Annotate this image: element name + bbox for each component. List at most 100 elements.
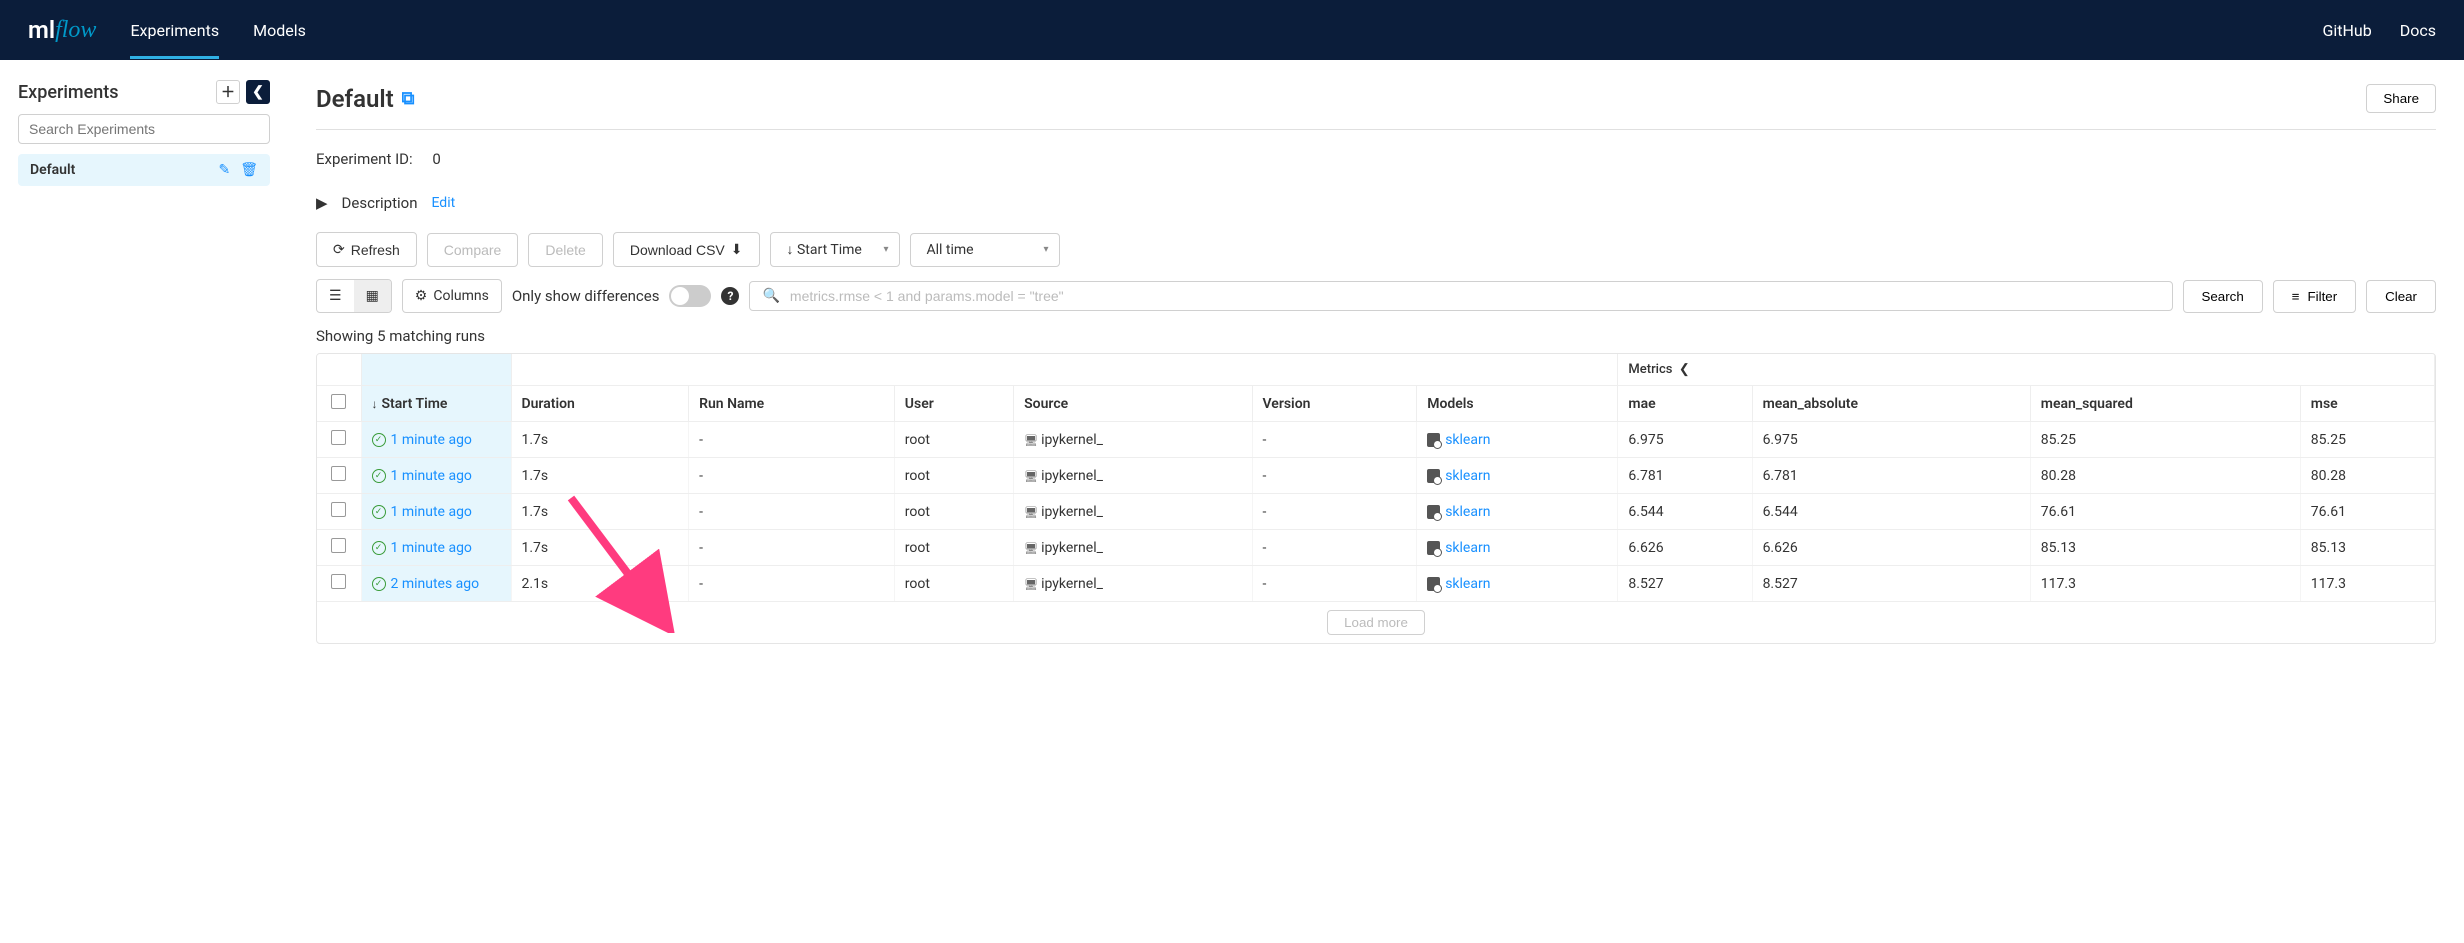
chevron-down-icon: ▾ (1043, 244, 1048, 255)
col-user[interactable]: User (894, 386, 1013, 422)
col-source[interactable]: Source (1014, 386, 1252, 422)
cell-mse: 85.13 (2300, 530, 2434, 566)
share-button[interactable]: Share (2366, 84, 2436, 113)
delete-button[interactable]: Delete (528, 233, 602, 267)
cell-duration: 1.7s (511, 530, 689, 566)
cell-mae: 6.781 (1618, 458, 1752, 494)
run-start-link[interactable]: ✓2 minutes ago (372, 576, 501, 592)
only-diff-toggle[interactable] (669, 285, 711, 307)
col-mse[interactable]: mse (2300, 386, 2434, 422)
cell-duration: 2.1s (511, 566, 689, 602)
search-button[interactable]: Search (2183, 280, 2263, 313)
col-mean-squared[interactable]: mean_squared (2030, 386, 2300, 422)
table-row: ✓2 minutes ago 2.1s - root 🖥ipykernel_ -… (317, 566, 2435, 602)
logo[interactable]: mlflow (28, 16, 96, 44)
table-row: ✓1 minute ago 1.7s - root 🖥ipykernel_ - … (317, 422, 2435, 458)
cell-run-name: - (689, 422, 895, 458)
col-duration[interactable]: Duration (511, 386, 689, 422)
table-row: ✓1 minute ago 1.7s - root 🖥ipykernel_ - … (317, 494, 2435, 530)
cell-run-name: - (689, 458, 895, 494)
col-version[interactable]: Version (1252, 386, 1417, 422)
cell-run-name: - (689, 566, 895, 602)
row-checkbox[interactable] (331, 466, 346, 481)
cell-mean-squared: 117.3 (2030, 566, 2300, 602)
search-experiments-input[interactable] (18, 114, 270, 144)
sidebar-title: Experiments (18, 82, 119, 103)
description-toggle-icon[interactable]: ▶ (316, 194, 328, 212)
select-all-checkbox[interactable] (331, 394, 346, 409)
run-start-link[interactable]: ✓1 minute ago (372, 504, 501, 520)
add-experiment-button[interactable]: ＋ (216, 80, 240, 104)
row-checkbox[interactable] (331, 538, 346, 553)
description-label: Description (342, 194, 418, 212)
model-icon (1427, 577, 1440, 591)
status-ok-icon: ✓ (372, 469, 386, 483)
search-icon: 🔍 (762, 288, 779, 304)
run-start-link[interactable]: ✓1 minute ago (372, 468, 501, 484)
edit-description-link[interactable]: Edit (431, 195, 455, 211)
cell-version: - (1252, 422, 1417, 458)
compare-button[interactable]: Compare (427, 233, 519, 267)
collapse-sidebar-button[interactable]: ❮ (246, 80, 270, 104)
columns-icon: ⚙ (415, 288, 428, 304)
main-content: Default ⧉ Share Experiment ID: 0 ▶ Descr… (288, 60, 2464, 668)
search-filter-input[interactable] (790, 288, 2160, 304)
col-mae[interactable]: mae (1618, 386, 1752, 422)
metrics-group-header[interactable]: Metrics ❮ (1618, 354, 2435, 386)
filter-button[interactable]: ≡Filter (2273, 280, 2356, 313)
model-link[interactable]: sklearn (1427, 468, 1607, 484)
matching-runs-label: Showing 5 matching runs (316, 327, 2436, 345)
status-ok-icon: ✓ (372, 577, 386, 591)
help-icon[interactable]: ? (721, 287, 739, 305)
cell-user: root (894, 530, 1013, 566)
rename-experiment-icon[interactable]: ✎ (218, 162, 230, 178)
model-icon (1427, 505, 1440, 519)
only-diff-label: Only show differences (512, 287, 660, 305)
grid-view-button[interactable]: ▦ (354, 280, 391, 312)
laptop-icon: 🖥 (1024, 578, 1038, 591)
cell-duration: 1.7s (511, 422, 689, 458)
load-more-button[interactable]: Load more (1327, 610, 1425, 635)
cell-mean-absolute: 6.975 (1752, 422, 2030, 458)
refresh-button[interactable]: ⟳Refresh (316, 232, 417, 267)
col-start-time[interactable]: ↓Start Time (361, 386, 511, 422)
cell-source: 🖥ipykernel_ (1014, 530, 1252, 566)
run-start-link[interactable]: ✓1 minute ago (372, 432, 501, 448)
view-toggle: ☰ ▦ (316, 279, 392, 313)
model-link[interactable]: sklearn (1427, 504, 1607, 520)
experiment-id-label: Experiment ID: (316, 150, 413, 168)
cell-mean-squared: 85.13 (2030, 530, 2300, 566)
model-link[interactable]: sklearn (1427, 576, 1607, 592)
experiment-item-default[interactable]: Default ✎ 🗑 (18, 154, 270, 186)
cell-source: 🖥ipykernel_ (1014, 422, 1252, 458)
nav-link-github[interactable]: GitHub (2322, 21, 2371, 40)
nav-link-docs[interactable]: Docs (2400, 21, 2436, 40)
top-nav: mlflow Experiments Models GitHub Docs (0, 0, 2464, 60)
columns-button[interactable]: ⚙Columns (402, 279, 502, 313)
search-filter-box: 🔍 (749, 281, 2172, 311)
sort-select[interactable]: ↓ Start Time▾ (770, 232, 900, 267)
run-start-link[interactable]: ✓1 minute ago (372, 540, 501, 556)
row-checkbox[interactable] (331, 574, 346, 589)
row-checkbox[interactable] (331, 430, 346, 445)
nav-tab-experiments[interactable]: Experiments (130, 3, 219, 58)
cell-mse: 80.28 (2300, 458, 2434, 494)
clear-button[interactable]: Clear (2366, 280, 2436, 313)
timeframe-select[interactable]: All time▾ (910, 233, 1060, 267)
download-csv-button[interactable]: Download CSV⬇ (613, 232, 760, 267)
cell-mse: 117.3 (2300, 566, 2434, 602)
col-mean-absolute[interactable]: mean_absolute (1752, 386, 2030, 422)
laptop-icon: 🖥 (1024, 542, 1038, 555)
model-link[interactable]: sklearn (1427, 432, 1607, 448)
delete-experiment-icon[interactable]: 🗑 (240, 162, 258, 178)
status-ok-icon: ✓ (372, 505, 386, 519)
model-link[interactable]: sklearn (1427, 540, 1607, 556)
copy-icon[interactable]: ⧉ (402, 88, 415, 109)
col-run-name[interactable]: Run Name (689, 386, 895, 422)
nav-tab-models[interactable]: Models (253, 3, 306, 58)
row-checkbox[interactable] (331, 502, 346, 517)
list-view-button[interactable]: ☰ (317, 280, 354, 312)
col-models[interactable]: Models (1417, 386, 1618, 422)
cell-mean-absolute: 8.527 (1752, 566, 2030, 602)
filter-icon: ≡ (2292, 289, 2300, 304)
